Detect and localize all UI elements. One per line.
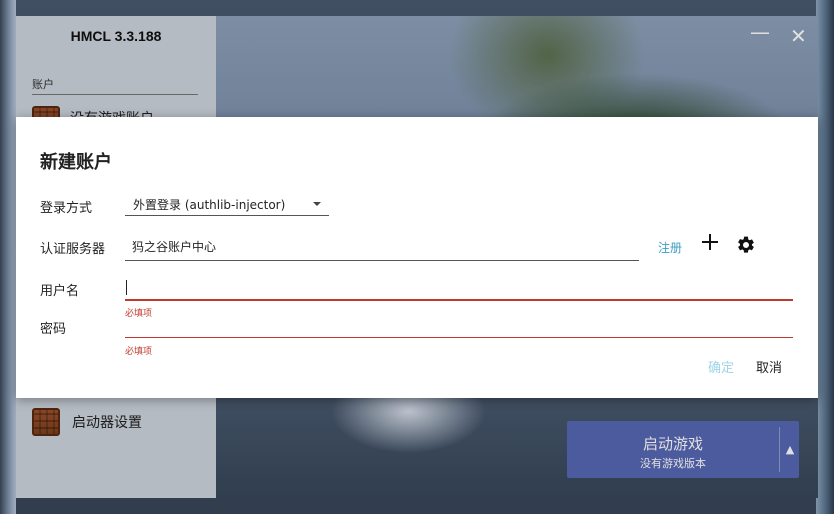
- login-method-label: 登录方式: [40, 201, 93, 216]
- username-label: 用户名: [40, 284, 80, 299]
- add-server-icon[interactable]: [700, 231, 720, 253]
- auth-server-label: 认证服务器: [40, 242, 106, 257]
- chevron-down-icon: [313, 202, 321, 206]
- dialog-title: 新建账户: [40, 152, 112, 173]
- gear-icon[interactable]: [736, 235, 756, 255]
- login-method-select[interactable]: 外置登录 (authlib-injector): [125, 189, 329, 216]
- password-error: 必填项: [125, 347, 153, 357]
- password-input[interactable]: [125, 309, 793, 338]
- register-link[interactable]: 注册: [658, 239, 682, 256]
- auth-server-select[interactable]: 犸之谷账户中心: [125, 231, 639, 261]
- password-label: 密码: [40, 322, 67, 337]
- auth-server-value: 犸之谷账户中心: [132, 240, 217, 254]
- confirm-button[interactable]: 确定: [708, 357, 734, 376]
- login-method-value: 外置登录 (authlib-injector): [133, 198, 286, 212]
- username-input[interactable]: [125, 270, 793, 301]
- cancel-button[interactable]: 取消: [756, 357, 782, 376]
- new-account-dialog: 新建账户 登录方式 外置登录 (authlib-injector) 认证服务器 …: [16, 117, 818, 398]
- text-cursor: [126, 280, 127, 295]
